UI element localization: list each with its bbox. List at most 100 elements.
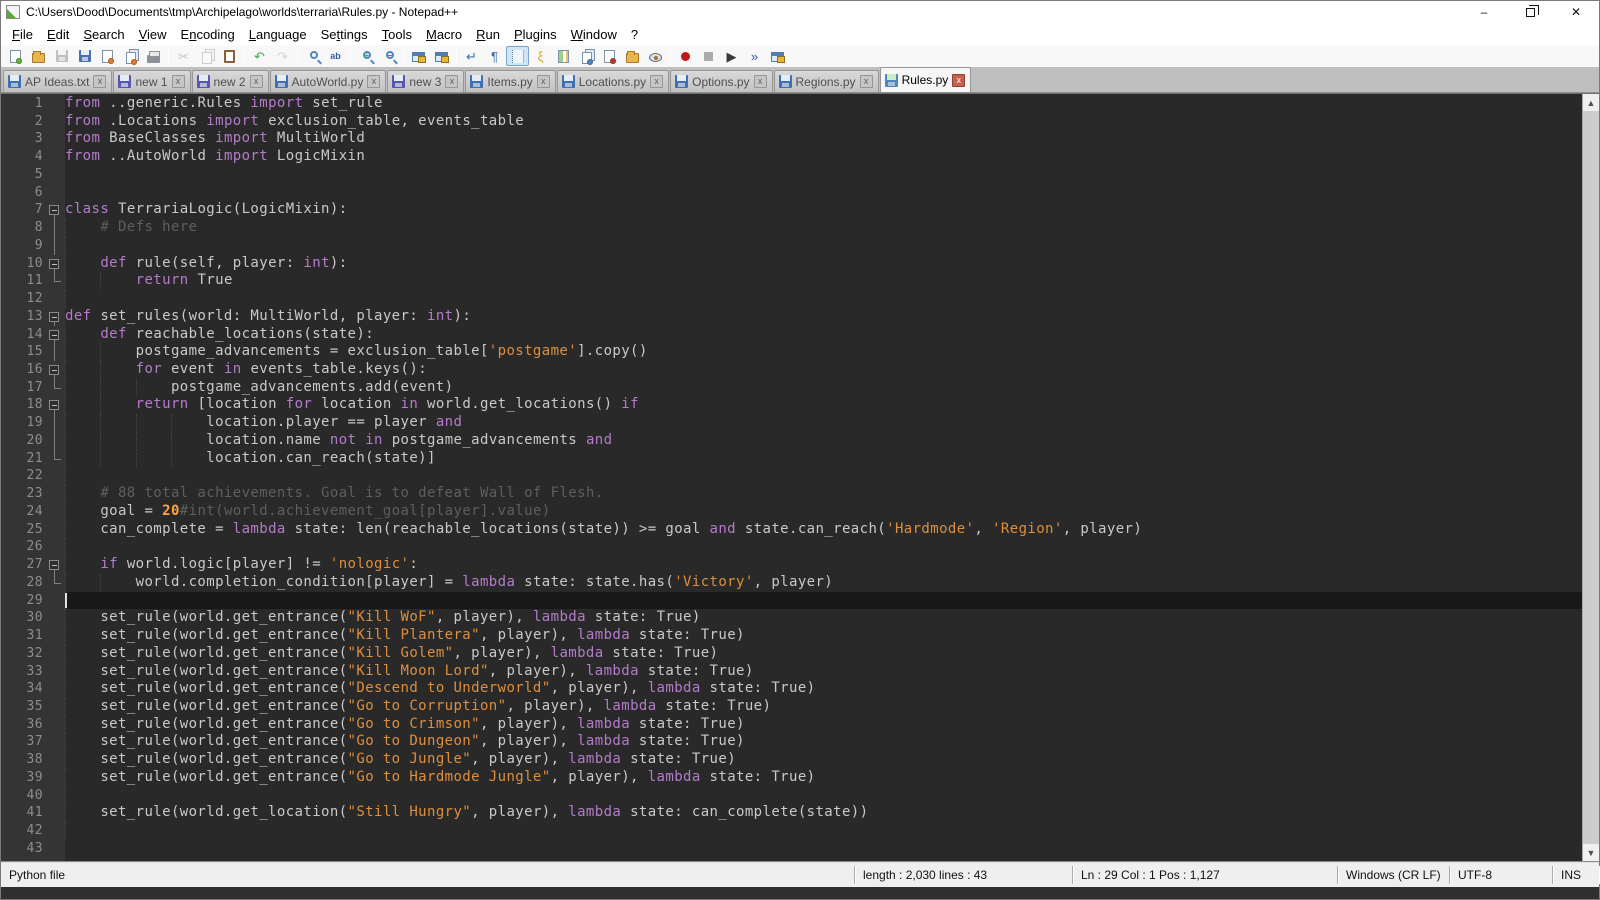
- code-line-20[interactable]: 20 location.name not in postgame_advance…: [1, 432, 1582, 450]
- tab-close-icon[interactable]: x: [367, 75, 380, 88]
- status-insert-mode[interactable]: INS: [1553, 866, 1599, 884]
- menu-item-run[interactable]: Run: [469, 25, 507, 44]
- menu-item-language[interactable]: Language: [242, 25, 314, 44]
- tab-new-3[interactable]: new 3x: [387, 70, 464, 92]
- tab-close-icon[interactable]: x: [952, 74, 965, 87]
- code-line-9[interactable]: 9: [1, 237, 1582, 255]
- code-line-43[interactable]: 43: [1, 840, 1582, 858]
- code-line-25[interactable]: 25 can_complete = lambda state: len(reac…: [1, 521, 1582, 539]
- status-eol-format[interactable]: Windows (CR LF): [1338, 866, 1450, 884]
- tab-regions-py[interactable]: Regions.pyx: [774, 70, 879, 92]
- menu-item-search[interactable]: Search: [76, 25, 131, 44]
- code-line-18[interactable]: 18 return [location for location in worl…: [1, 396, 1582, 414]
- menu-item-file[interactable]: File: [5, 25, 40, 44]
- code-line-22[interactable]: 22: [1, 467, 1582, 485]
- code-line-32[interactable]: 32 set_rule(world.get_entrance("Kill Gol…: [1, 645, 1582, 663]
- sync-vertical-scroll-icon[interactable]: [407, 46, 430, 66]
- fold-collapse-icon[interactable]: [45, 361, 65, 379]
- code-line-31[interactable]: 31 set_rule(world.get_entrance("Kill Pla…: [1, 627, 1582, 645]
- word-wrap-icon[interactable]: ↵: [460, 46, 483, 66]
- code-line-1[interactable]: 1from ..generic.Rules import set_rule: [1, 95, 1582, 113]
- code-line-10[interactable]: 10 def rule(self, player: int):: [1, 255, 1582, 273]
- menu-item-tools[interactable]: Tools: [375, 25, 419, 44]
- macro-save-icon[interactable]: [766, 46, 789, 66]
- tab-close-icon[interactable]: x: [537, 75, 550, 88]
- code-line-5[interactable]: 5: [1, 166, 1582, 184]
- code-editor[interactable]: 1from ..generic.Rules import set_rule2fr…: [1, 93, 1599, 861]
- code-line-27[interactable]: 27 if world.logic[player] != 'nologic':: [1, 556, 1582, 574]
- macro-record-icon[interactable]: [674, 46, 697, 66]
- menu-item-[interactable]: ?: [624, 25, 645, 44]
- new-file-icon[interactable]: [4, 46, 27, 66]
- tab-autoworld-py[interactable]: AutoWorld.pyx: [270, 70, 387, 92]
- code-line-42[interactable]: 42: [1, 822, 1582, 840]
- replace-icon[interactable]: ab: [324, 46, 347, 66]
- code-line-38[interactable]: 38 set_rule(world.get_entrance("Go to Ju…: [1, 751, 1582, 769]
- status-encoding[interactable]: UTF-8: [1450, 866, 1553, 884]
- minimize-button[interactable]: –: [1461, 1, 1507, 23]
- show-indent-guide-icon[interactable]: [506, 46, 529, 66]
- scroll-down-button[interactable]: ▼: [1583, 844, 1599, 861]
- tab-new-1[interactable]: new 1x: [113, 70, 190, 92]
- tab-new-2[interactable]: new 2x: [192, 70, 269, 92]
- tab-close-icon[interactable]: x: [754, 75, 767, 88]
- code-line-14[interactable]: 14 def reachable_locations(state):: [1, 326, 1582, 344]
- fold-collapse-icon[interactable]: [45, 396, 65, 414]
- close-all-icon[interactable]: [119, 46, 142, 66]
- menu-item-macro[interactable]: Macro: [419, 25, 469, 44]
- tab-close-icon[interactable]: x: [250, 75, 263, 88]
- code-line-39[interactable]: 39 set_rule(world.get_entrance("Go to Ha…: [1, 769, 1582, 787]
- document-map-icon[interactable]: [552, 46, 575, 66]
- function-completion-icon[interactable]: ξ: [529, 46, 552, 66]
- tab-close-icon[interactable]: x: [445, 75, 458, 88]
- edit-marker-icon[interactable]: [598, 46, 621, 66]
- tab-rules-py[interactable]: Rules.pyx: [880, 67, 972, 92]
- code-line-16[interactable]: 16 for event in events_table.keys():: [1, 361, 1582, 379]
- paste-icon[interactable]: [218, 46, 241, 66]
- menu-item-edit[interactable]: Edit: [40, 25, 76, 44]
- code-line-11[interactable]: 11 return True: [1, 272, 1582, 290]
- document-switcher-icon[interactable]: [575, 46, 598, 66]
- code-line-7[interactable]: 7class TerrariaLogic(LogicMixin):: [1, 201, 1582, 219]
- code-line-12[interactable]: 12: [1, 290, 1582, 308]
- macro-play-icon[interactable]: ▶: [720, 46, 743, 66]
- code-line-2[interactable]: 2from .Locations import exclusion_table,…: [1, 113, 1582, 131]
- code-line-17[interactable]: 17 postgame_advancements.add(event): [1, 379, 1582, 397]
- file-monitoring-icon[interactable]: [644, 46, 667, 66]
- code-line-28[interactable]: 28 world.completion_condition[player] = …: [1, 574, 1582, 592]
- menu-item-window[interactable]: Window: [564, 25, 624, 44]
- code-line-34[interactable]: 34 set_rule(world.get_entrance("Descend …: [1, 680, 1582, 698]
- code-line-36[interactable]: 36 set_rule(world.get_entrance("Go to Cr…: [1, 716, 1582, 734]
- code-line-13[interactable]: 13def set_rules(world: MultiWorld, playe…: [1, 308, 1582, 326]
- open-file-icon[interactable]: [27, 46, 50, 66]
- fold-collapse-icon[interactable]: [45, 556, 65, 574]
- code-line-40[interactable]: 40: [1, 787, 1582, 805]
- tab-close-icon[interactable]: x: [860, 75, 873, 88]
- code-line-37[interactable]: 37 set_rule(world.get_entrance("Go to Du…: [1, 733, 1582, 751]
- zoom-out-icon[interactable]: −: [377, 46, 400, 66]
- code-line-29[interactable]: 29: [1, 592, 1582, 610]
- code-line-30[interactable]: 30 set_rule(world.get_entrance("Kill WoF…: [1, 609, 1582, 627]
- close-icon[interactable]: [96, 46, 119, 66]
- code-line-21[interactable]: 21 location.can_reach(state)]: [1, 450, 1582, 468]
- menu-item-plugins[interactable]: Plugins: [507, 25, 564, 44]
- fold-collapse-icon[interactable]: [45, 308, 65, 326]
- code-line-8[interactable]: 8 # Defs here: [1, 219, 1582, 237]
- code-line-15[interactable]: 15 postgame_advancements = exclusion_tab…: [1, 343, 1582, 361]
- code-lines[interactable]: 1from ..generic.Rules import set_rule2fr…: [1, 94, 1582, 861]
- tab-ap-ideas-txt[interactable]: AP Ideas.txtx: [3, 70, 112, 92]
- folder-as-workspace-icon[interactable]: [621, 46, 644, 66]
- menu-item-view[interactable]: View: [132, 25, 174, 44]
- tab-locations-py[interactable]: Locations.pyx: [557, 70, 669, 92]
- code-line-4[interactable]: 4from ..AutoWorld import LogicMixin: [1, 148, 1582, 166]
- code-line-41[interactable]: 41 set_rule(world.get_location("Still Hu…: [1, 804, 1582, 822]
- fold-collapse-icon[interactable]: [45, 255, 65, 273]
- tab-items-py[interactable]: Items.pyx: [465, 70, 555, 92]
- scrollbar-thumb[interactable]: [1583, 111, 1599, 844]
- code-line-19[interactable]: 19 location.player == player and: [1, 414, 1582, 432]
- sync-horizontal-scroll-icon[interactable]: [430, 46, 453, 66]
- code-line-24[interactable]: 24 goal = 20#int(world.achievement_goal[…: [1, 503, 1582, 521]
- menu-item-encoding[interactable]: Encoding: [174, 25, 242, 44]
- menu-item-settings[interactable]: Settings: [314, 25, 375, 44]
- scroll-up-button[interactable]: ▲: [1583, 94, 1599, 111]
